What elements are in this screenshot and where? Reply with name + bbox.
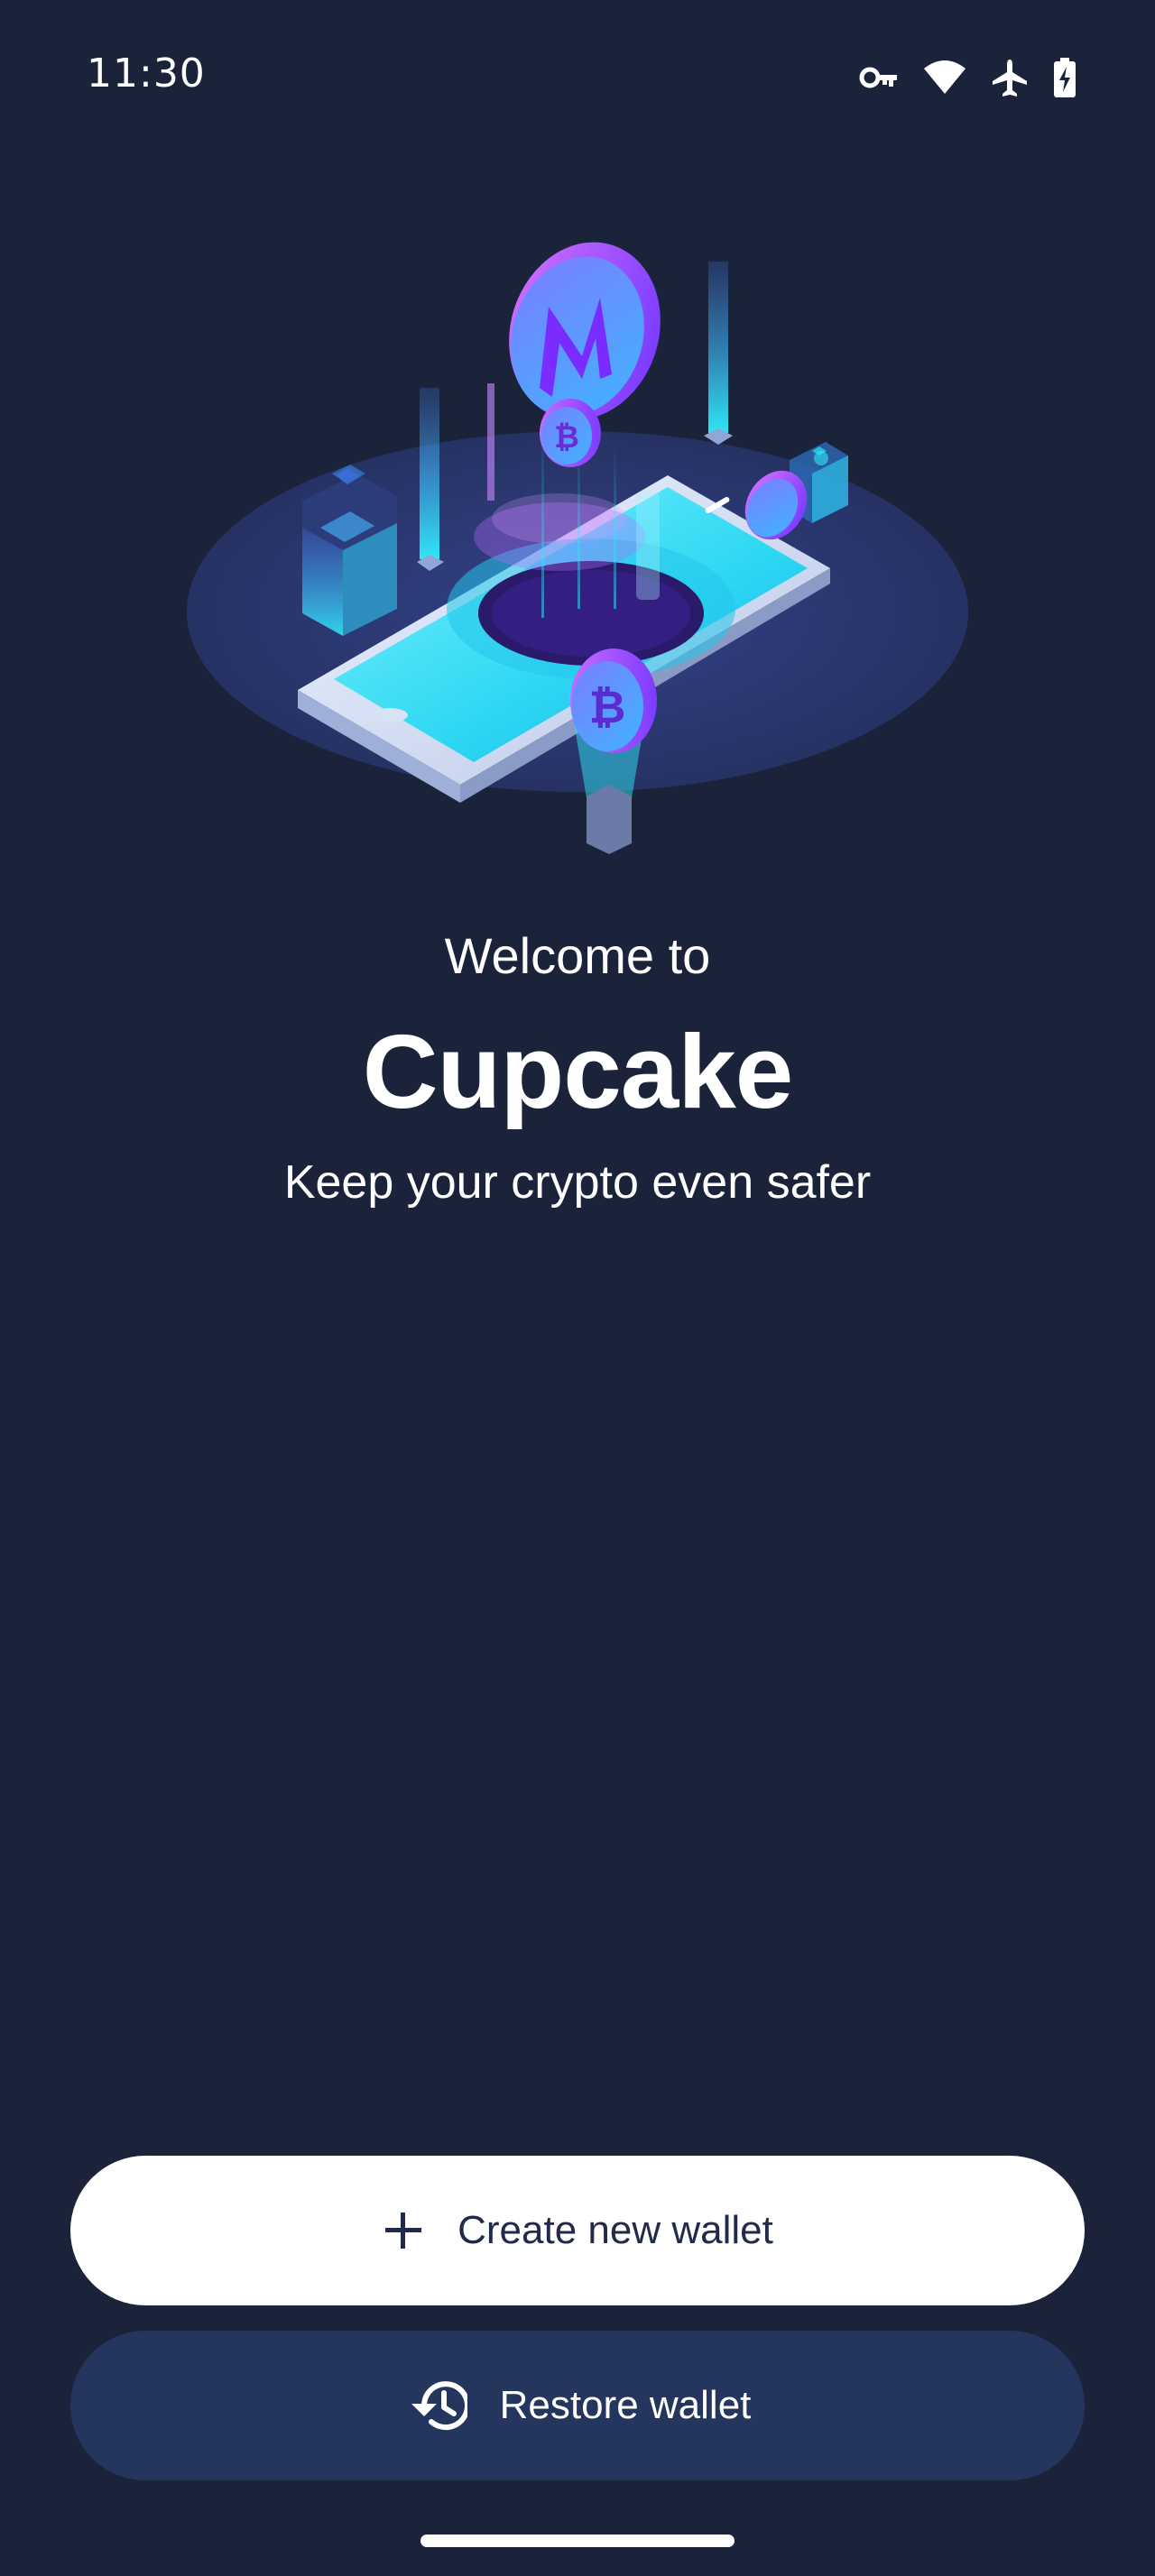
- status-bar: 11:30: [0, 0, 1155, 153]
- app-name: Cupcake: [362, 1013, 794, 1130]
- vpn-key-icon: [859, 56, 899, 99]
- create-new-wallet-button[interactable]: Create new wallet: [70, 2156, 1085, 2305]
- battery-charging-icon: [1052, 56, 1077, 99]
- status-icons: [859, 56, 1077, 99]
- create-new-wallet-label: Create new wallet: [457, 2208, 773, 2252]
- svg-text:₿: ₿: [589, 681, 626, 733]
- status-time: 11:30: [87, 51, 206, 97]
- tagline: Keep your crypto even safer: [283, 1156, 872, 1209]
- plus-icon: [382, 2209, 425, 2252]
- wifi-icon: [922, 56, 967, 99]
- home-indicator[interactable]: [420, 2535, 735, 2547]
- restore-wallet-label: Restore wallet: [499, 2383, 752, 2427]
- airplane-mode-icon: [991, 56, 1029, 99]
- welcome-line: Welcome to: [444, 927, 711, 984]
- svg-text:₿: ₿: [554, 419, 579, 455]
- crypto-phone-illustration: ₿ ₿: [180, 230, 975, 861]
- restore-wallet-button[interactable]: Restore wallet: [70, 2331, 1085, 2480]
- history-icon: [404, 2377, 467, 2434]
- welcome-section: Welcome to Cupcake Keep your crypto even…: [0, 920, 1155, 1214]
